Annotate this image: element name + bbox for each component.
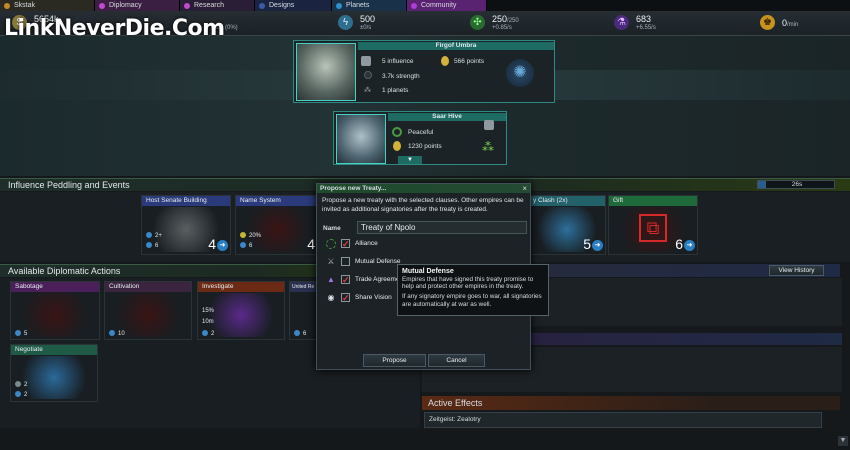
influence-cost-icon xyxy=(146,232,152,238)
energy-icon: ϟ xyxy=(338,15,353,30)
empire-emblem-icon: ✺ xyxy=(506,59,534,87)
influence-cost-icon xyxy=(15,391,21,397)
scroll-down-icon[interactable]: ▼ xyxy=(838,436,848,446)
tab-diplomacy[interactable]: Diplomacy xyxy=(95,0,180,11)
influence-cost-icon xyxy=(146,242,152,248)
tab-research[interactable]: Research xyxy=(180,0,255,11)
diplo-card-united-re[interactable]: United Re 6 xyxy=(289,281,317,340)
trade-icon: ▲ xyxy=(327,275,335,284)
share-vision-checkbox[interactable]: ✓ xyxy=(341,293,350,303)
empire-card-saar-hive[interactable]: Saar Hive Peaceful 1230 points ▼ ⁂ xyxy=(333,111,507,165)
designs-tab-icon xyxy=(259,3,265,9)
senate-icon xyxy=(484,120,494,130)
influence-card-clash[interactable]: y Clash (2x) 5 ➜ xyxy=(528,195,606,255)
treaty-name-input[interactable] xyxy=(357,221,527,234)
name-label: Name xyxy=(323,225,341,232)
influence-cost-icon xyxy=(240,242,246,248)
peace-icon xyxy=(392,127,402,137)
energy-resource[interactable]: ϟ 500 ±0/s xyxy=(338,11,418,36)
research-icon: ⚗ xyxy=(614,15,629,30)
expand-button[interactable]: ▼ xyxy=(398,156,422,164)
tab-community[interactable]: Community xyxy=(407,0,487,11)
diplo-card-sabotage[interactable]: Sabotage 5 xyxy=(10,281,100,340)
planets-icon: ⁂ xyxy=(364,87,371,94)
influence-cost-icon xyxy=(202,330,208,336)
diplo-card-cultivation[interactable]: Cultivation 10 xyxy=(104,281,192,340)
tab-designs[interactable]: Designs xyxy=(255,0,332,11)
strength-icon xyxy=(364,71,372,79)
close-icon[interactable]: × xyxy=(522,184,527,193)
play-card-arrow-icon[interactable]: ➜ xyxy=(217,240,228,251)
play-card-arrow-icon[interactable]: ➜ xyxy=(592,240,603,251)
influence-card-host-senate-building[interactable]: Host Senate Building 2+ 6 4 ➜ xyxy=(141,195,231,255)
labor-icon: ⁂ xyxy=(482,140,494,154)
influence-card-gift[interactable]: Gift ⧉ 6 ➜ xyxy=(608,195,698,255)
influence-cost-icon xyxy=(15,330,21,336)
diplo-card-investigate[interactable]: Investigate 15% 10m 2 xyxy=(197,281,285,340)
gift-icon: ⧉ xyxy=(639,214,667,242)
alliance-checkbox[interactable]: ✓ xyxy=(341,239,350,249)
influence-cost-icon xyxy=(109,330,115,336)
diplomacy-tab-icon xyxy=(99,3,105,9)
influence-timer-bar: 26s xyxy=(757,180,835,189)
empire-portrait xyxy=(296,43,356,101)
empire-name: Firgof Umbra xyxy=(358,42,554,50)
senate-icon xyxy=(361,56,371,66)
cancel-button[interactable]: Cancel xyxy=(428,354,485,367)
play-card-arrow-icon[interactable]: ➜ xyxy=(684,240,695,251)
alliance-icon: ○ xyxy=(326,239,336,249)
tab-planets[interactable]: Planets xyxy=(332,0,407,11)
empire-card-firgof-umbra[interactable]: Firgof Umbra 5 influence 566 points 3.7k… xyxy=(293,40,555,103)
influence-icon: ♚ xyxy=(760,15,775,30)
community-tab-icon xyxy=(411,3,417,9)
mutual-defense-tooltip: Mutual Defense Empires that have signed … xyxy=(397,264,549,316)
points-medal-icon xyxy=(393,141,401,151)
research-resource[interactable]: ⚗ 683 +6.55/s xyxy=(614,11,694,36)
research-tab-icon xyxy=(184,3,190,9)
influence-cost-icon xyxy=(294,330,300,336)
clause-alliance[interactable]: ○ ✓ Alliance xyxy=(326,238,436,250)
influence-resource[interactable]: ♚ 0/min xyxy=(760,11,840,36)
active-effects-header: Active Effects xyxy=(422,396,840,410)
propose-button[interactable]: Propose xyxy=(363,354,426,367)
influence-card-name-system[interactable]: Name System 20% 6 4 xyxy=(235,195,320,255)
labor-icon: ✣ xyxy=(470,15,485,30)
view-history-button[interactable]: View History xyxy=(769,265,824,276)
eye-icon: ◉ xyxy=(327,293,335,302)
points-medal-icon xyxy=(441,56,449,66)
dialog-title: Propose new Treaty... xyxy=(317,184,530,193)
empire-tab-icon xyxy=(4,3,10,9)
trade-agreement-checkbox[interactable]: ✓ xyxy=(341,275,350,285)
empire-portrait xyxy=(336,114,386,164)
mutual-defense-checkbox[interactable] xyxy=(341,257,350,266)
dialog-description: Propose a new treaty with the selected c… xyxy=(322,197,524,213)
crossed-swords-icon: ⚔ xyxy=(327,257,335,266)
active-effect-item: Zeitgeist: Zealotry xyxy=(424,412,822,428)
star-icon xyxy=(240,232,246,238)
resource-cost-icon xyxy=(15,381,21,387)
diplo-card-negotiate[interactable]: Negotiate 2 2 xyxy=(10,344,98,402)
labor-resource[interactable]: ✣ 250/250 +0.85/s xyxy=(470,11,560,36)
top-tab-bar: Skstak Diplomacy Research Designs Planet… xyxy=(0,0,850,11)
planets-tab-icon xyxy=(336,3,342,9)
tab-empire[interactable]: Skstak xyxy=(0,0,95,11)
